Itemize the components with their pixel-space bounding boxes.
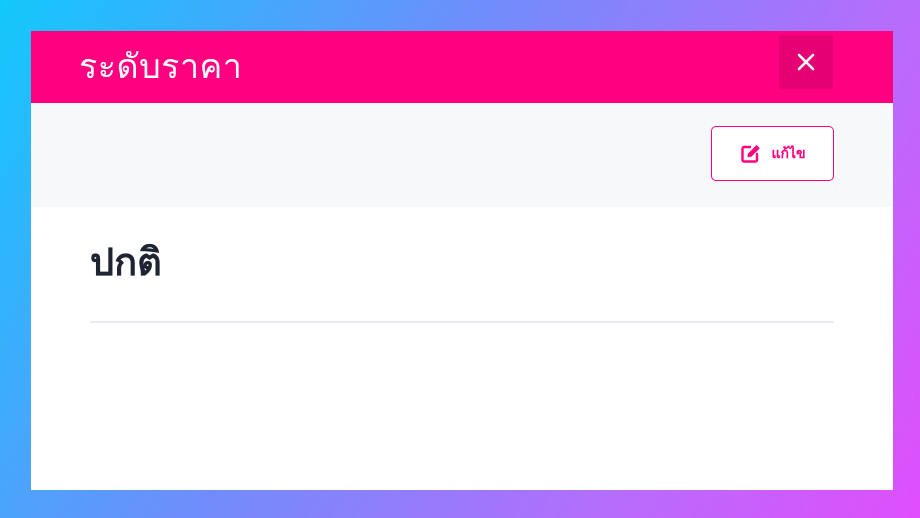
close-button[interactable] (779, 35, 833, 89)
modal-header: ระดับราคา (31, 31, 893, 103)
price-level-modal: ระดับราคา แก้ไข ปกติ (31, 31, 893, 490)
modal-title: ระดับราคา (79, 47, 243, 87)
edit-icon (739, 143, 761, 165)
modal-toolbar: แก้ไข (31, 103, 893, 207)
edit-button-label: แก้ไข (771, 145, 806, 162)
close-icon (796, 52, 816, 72)
price-level-value: ปกติ (90, 240, 162, 284)
modal-content: ปกติ (31, 207, 893, 490)
divider (90, 321, 834, 323)
edit-button[interactable]: แก้ไข (711, 126, 834, 181)
